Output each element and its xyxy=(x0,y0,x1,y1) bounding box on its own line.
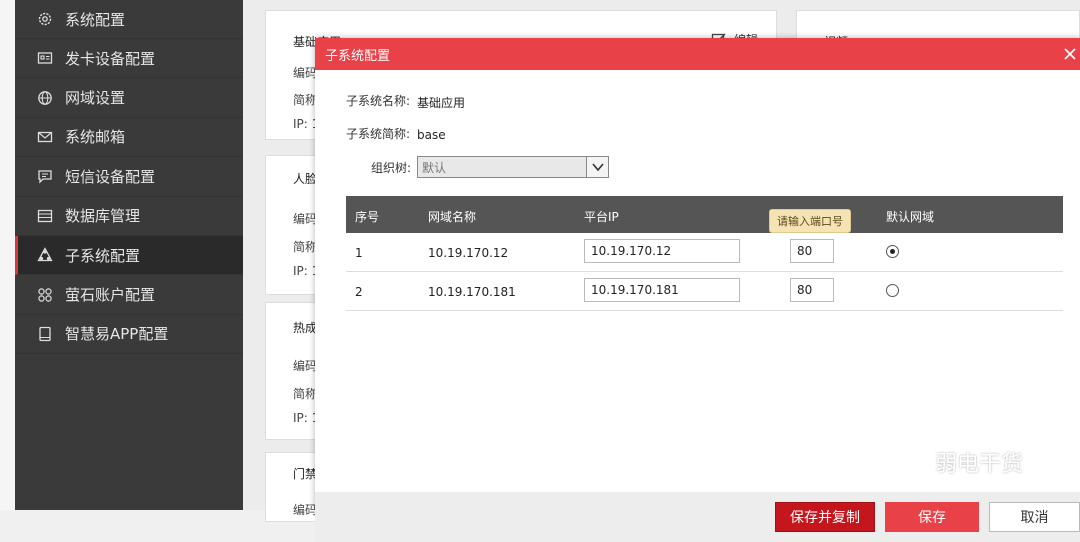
subsystem-short-value: base xyxy=(417,128,446,142)
globe-icon xyxy=(37,90,53,106)
watermark: 弱电干货 xyxy=(895,446,1023,478)
subsystem-config-dialog: 子系统配置 子系统名称: 基础应用 子系统简称: base 组织树: 默认 序号… xyxy=(315,38,1080,542)
table-row: 1 10.19.170.12 10.19.170.12 80 xyxy=(346,233,1063,272)
card-line: 简称 xyxy=(293,387,318,401)
org-tree-label: 组织树: xyxy=(371,161,412,175)
subsystem-short-label: 子系统简称: xyxy=(346,127,411,141)
row-index: 1 xyxy=(355,246,363,260)
card-line: 编码 xyxy=(293,212,318,226)
sidebar-item-label: 子系统配置 xyxy=(65,246,141,265)
sidebar-item-label: 网域设置 xyxy=(65,89,126,108)
sidebar-item-mail[interactable]: 系统邮箱 xyxy=(15,118,243,158)
sidebar-item-label: 智慧易APP配置 xyxy=(65,325,169,344)
sidebar-item-sms[interactable]: 短信设备配置 xyxy=(15,157,243,197)
row-domain: 10.19.170.181 xyxy=(428,285,516,299)
dialog-footer: 保存并复制 保存 取消 xyxy=(315,492,1080,542)
dialog-header: 子系统配置 xyxy=(315,38,1080,70)
cancel-button[interactable]: 取消 xyxy=(989,502,1080,532)
default-domain-radio[interactable] xyxy=(886,245,899,258)
default-domain-radio[interactable] xyxy=(886,284,899,297)
sidebar-item-card-device[interactable]: 发卡设备配置 xyxy=(15,39,243,79)
row-index: 2 xyxy=(355,285,363,299)
watermark-text: 弱电干货 xyxy=(935,452,1024,477)
card-line: 简称 xyxy=(293,240,318,254)
gear-icon xyxy=(37,11,53,27)
column-header-domain: 网域名称 xyxy=(428,210,477,224)
sidebar-item-label: 萤石账户配置 xyxy=(65,286,156,305)
sidebar-item-label: 系统配置 xyxy=(65,10,126,29)
card-device-icon xyxy=(37,50,53,66)
sidebar-item-system-config[interactable]: 系统配置 xyxy=(15,0,243,39)
sidebar-item-domain[interactable]: 网域设置 xyxy=(15,78,243,118)
org-tree-select[interactable]: 默认 xyxy=(417,156,609,178)
save-button[interactable]: 保存 xyxy=(885,502,979,532)
port-input[interactable]: 80 xyxy=(790,239,834,263)
platform-ip-input[interactable]: 10.19.170.181 xyxy=(584,278,740,302)
left-strip xyxy=(0,0,15,510)
wechat-icon xyxy=(896,451,928,473)
database-icon xyxy=(37,208,53,224)
chevron-down-icon[interactable] xyxy=(586,157,608,177)
sidebar-item-label: 发卡设备配置 xyxy=(65,49,156,68)
message-icon xyxy=(37,168,53,184)
subsystem-icon xyxy=(37,247,53,263)
card-line: 编码 xyxy=(293,359,318,373)
domain-table: 序号 网域名称 平台IP 默认网域 1 10.19.170.12 10.19.1… xyxy=(346,196,1063,311)
sidebar-item-label: 系统邮箱 xyxy=(65,128,126,147)
close-icon[interactable] xyxy=(1060,44,1080,64)
dialog-title: 子系统配置 xyxy=(325,48,391,64)
sidebar-item-subsystem[interactable]: 子系统配置 xyxy=(15,235,243,276)
card-title: 人脸 xyxy=(293,172,318,186)
org-tree-value: 默认 xyxy=(422,160,447,175)
account-icon xyxy=(37,287,53,303)
card-title: 热成 xyxy=(293,321,318,335)
sidebar-item-ezviz-account[interactable]: 萤石账户配置 xyxy=(15,275,243,315)
row-domain: 10.19.170.12 xyxy=(428,246,509,260)
subsystem-name-value: 基础应用 xyxy=(417,96,466,110)
sidebar-item-database[interactable]: 数据库管理 xyxy=(15,197,243,236)
sidebar-item-app-config[interactable]: 智慧易APP配置 xyxy=(15,315,243,355)
card-title: 门禁 xyxy=(293,467,318,481)
dialog-body: 子系统名称: 基础应用 子系统简称: base 组织树: 默认 序号 网域名称 … xyxy=(315,70,1080,542)
mail-icon xyxy=(37,129,53,145)
port-tooltip: 请输入端口号 xyxy=(769,209,851,233)
sidebar-item-label: 短信设备配置 xyxy=(65,167,156,186)
column-header-index: 序号 xyxy=(355,210,380,224)
card-line: 编码 xyxy=(293,66,318,80)
platform-ip-input[interactable]: 10.19.170.12 xyxy=(584,239,740,263)
port-input[interactable]: 80 xyxy=(790,278,834,302)
save-and-copy-button[interactable]: 保存并复制 xyxy=(775,502,875,532)
sidebar: 系统配置 发卡设备配置 网域设置 系统邮箱 短信设备配置 数据库管理 子系统配置… xyxy=(15,0,243,510)
table-row: 2 10.19.170.181 10.19.170.181 80 xyxy=(346,272,1063,311)
column-header-default: 默认网域 xyxy=(886,210,935,224)
column-header-ip: 平台IP xyxy=(584,210,619,224)
app-icon xyxy=(37,326,53,342)
subsystem-name-label: 子系统名称: xyxy=(346,94,411,108)
table-header: 序号 网域名称 平台IP 默认网域 xyxy=(346,196,1063,233)
card-line: 简称 xyxy=(293,93,318,107)
sidebar-item-label: 数据库管理 xyxy=(65,207,141,226)
